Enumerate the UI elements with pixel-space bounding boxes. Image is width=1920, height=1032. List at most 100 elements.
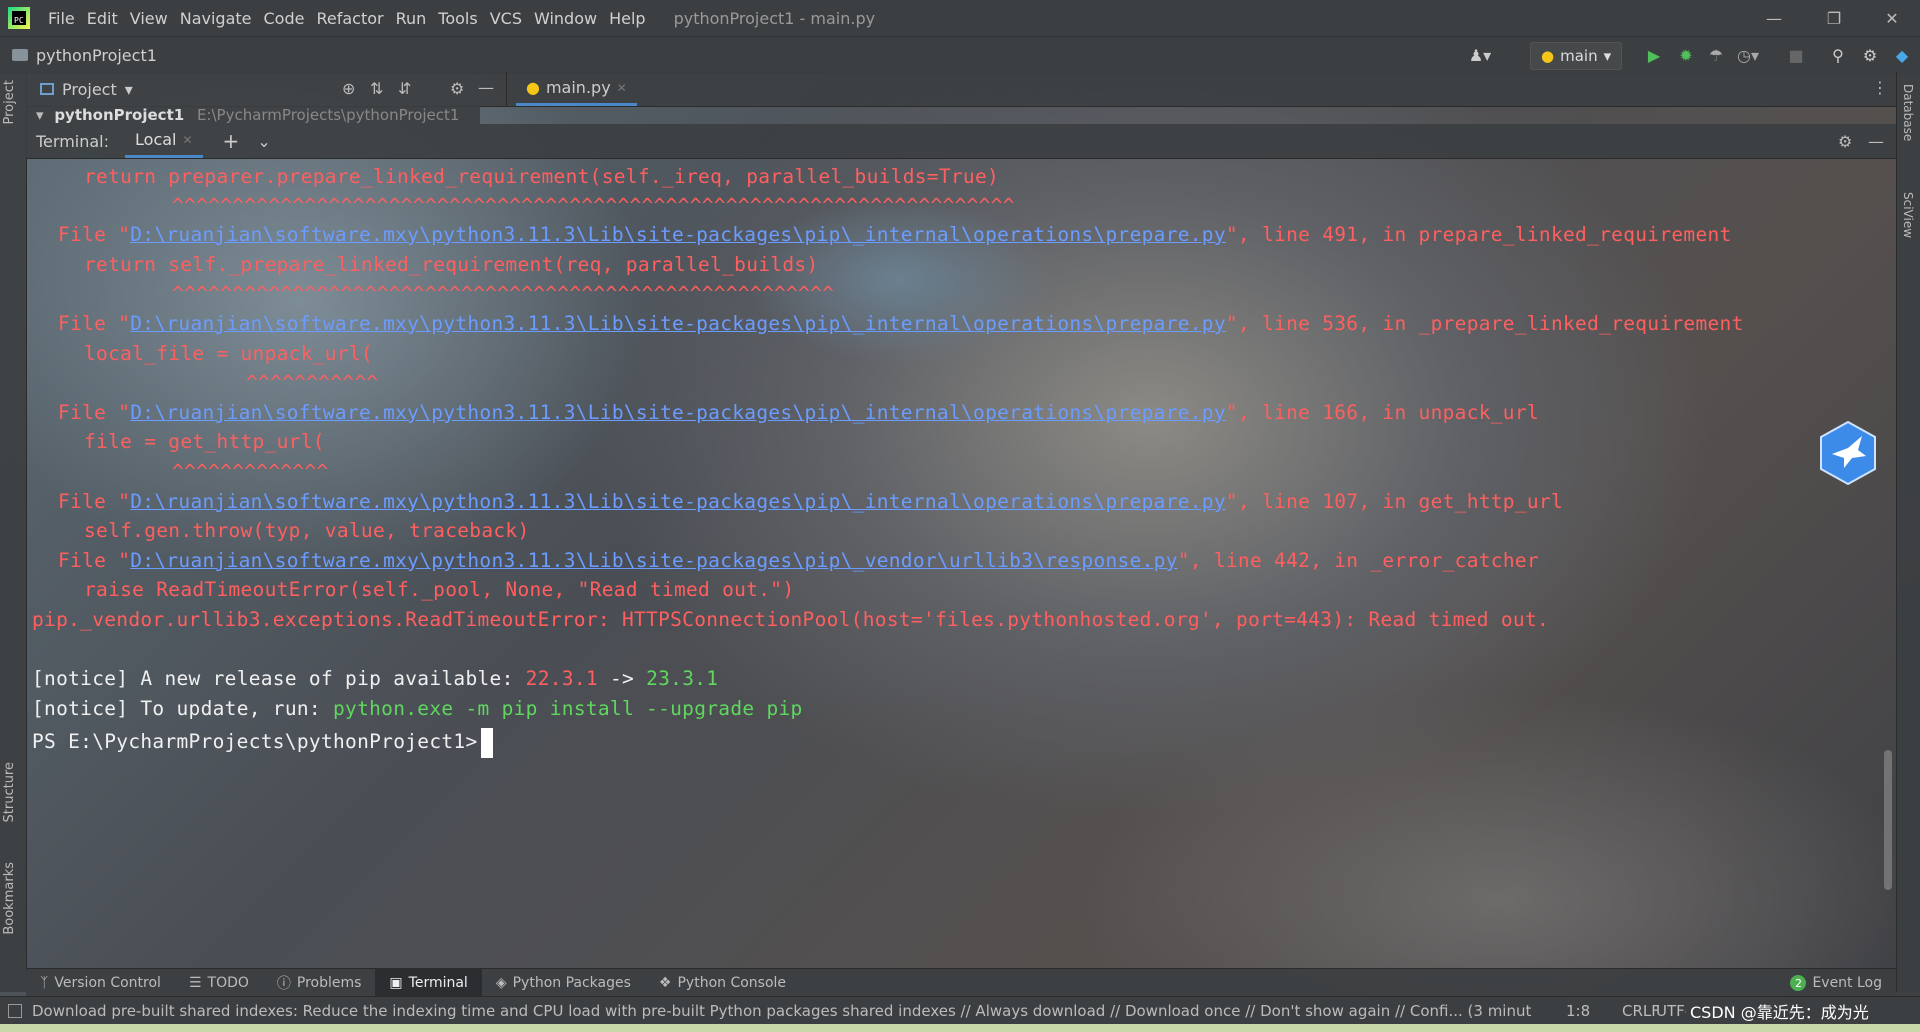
collapse-all-icon[interactable]: ⇵ (398, 79, 411, 98)
side-tab-structure[interactable]: Structure (2, 762, 17, 822)
prompt-line[interactable]: PS E:\PycharmProjects\pythonProject1> (32, 726, 494, 758)
navigation-bar: pythonProject1 ♟▾ ● main ▾ ▶ ✹ ☂ ◷▾ ■ ⚲ … (0, 36, 1920, 74)
menu-refactor[interactable]: Refactor (310, 9, 389, 28)
tab-local[interactable]: Local ✕ (125, 124, 203, 158)
menu-bar: PC File Edit View Navigate Code Refactor… (0, 0, 1920, 36)
python-icon: ● (1541, 47, 1555, 65)
tab-main-py[interactable]: ● main.py ✕ (516, 72, 637, 106)
right-tool-strip: Database SciView (1896, 72, 1920, 992)
menu-code[interactable]: Code (258, 9, 311, 28)
close-icon[interactable]: ✕ (182, 133, 192, 147)
menu-window[interactable]: Window (528, 9, 603, 28)
add-tab-icon[interactable]: + (223, 129, 240, 153)
stop-icon[interactable]: ■ (1786, 45, 1806, 65)
status-message[interactable]: Download pre-built shared indexes: Reduc… (32, 1002, 1532, 1020)
profile-icon[interactable]: ◷▾ (1737, 45, 1759, 65)
status-toggle-icon[interactable] (8, 1004, 22, 1018)
side-tab-project[interactable]: Project (2, 80, 17, 124)
file-encoding[interactable]: UTF-8 (1656, 1002, 1686, 1020)
hide-icon[interactable]: — (478, 78, 494, 97)
breadcrumb-project[interactable]: pythonProject1 (36, 46, 157, 65)
tool-python-packages[interactable]: ◈ Python Packages (482, 969, 645, 997)
menu-navigate[interactable]: Navigate (174, 9, 258, 28)
minimize-icon[interactable]: — (1746, 0, 1802, 36)
chevron-down-icon[interactable]: ▾ (36, 106, 44, 124)
hide-icon[interactable]: — (1868, 132, 1884, 151)
user-icon[interactable]: ♟▾ (1469, 45, 1491, 65)
menu-file[interactable]: File (42, 9, 81, 28)
output-line: ^^^^^^^^^^^^^ (172, 460, 329, 483)
bird-widget-icon[interactable] (1818, 420, 1878, 486)
debug-icon[interactable]: ✹ (1676, 45, 1696, 65)
gear-icon[interactable]: ⚙ (1838, 132, 1852, 151)
menu-edit[interactable]: Edit (81, 9, 124, 28)
project-tree: ▾ pythonProject1 E:\PycharmProjects\pyth… (26, 106, 480, 124)
notice-line: [notice] A new release of pip available:… (32, 667, 719, 690)
run-icon[interactable]: ▶ (1644, 45, 1664, 65)
menu-vcs[interactable]: VCS (484, 9, 528, 28)
file-link[interactable]: D:\ruanjian\software.mxy\python3.11.3\Li… (130, 223, 1226, 246)
more-icon[interactable]: ⋮ (1872, 78, 1888, 97)
output-line: File "D:\ruanjian\software.mxy\python3.1… (58, 223, 1732, 246)
menu-run[interactable]: Run (390, 9, 433, 28)
window-title: pythonProject1 - main.py (673, 8, 876, 28)
caret-position[interactable]: 1:8 (1566, 1002, 1590, 1020)
status-bar: Download pre-built shared indexes: Reduc… (0, 996, 1920, 1025)
folder-icon (12, 49, 28, 61)
close-icon[interactable]: ✕ (617, 81, 627, 95)
file-link[interactable]: D:\ruanjian\software.mxy\python3.11.3\Li… (130, 401, 1226, 424)
tree-root[interactable]: pythonProject1 (54, 106, 184, 124)
run-config-label: main (1560, 47, 1598, 65)
tool-terminal[interactable]: ▣ Terminal (375, 969, 482, 997)
file-link[interactable]: D:\ruanjian\software.mxy\python3.11.3\Li… (130, 312, 1226, 335)
python-icon: ❖ (658, 975, 672, 991)
tool-todo[interactable]: ☰ TODO (175, 969, 263, 997)
menu-help[interactable]: Help (603, 9, 651, 28)
coverage-icon[interactable]: ☂ (1706, 45, 1726, 65)
text-cursor (481, 727, 494, 758)
tree-root-path: E:\PycharmProjects\pythonProject1 (196, 106, 460, 124)
project-view-select[interactable]: Project ▾ (40, 72, 133, 106)
pycharm-logo-icon: PC (8, 7, 30, 29)
tool-python-console[interactable]: ❖ Python Console (645, 969, 800, 997)
side-tab-sciview[interactable]: SciView (1901, 192, 1915, 238)
terminal-output[interactable]: return preparer.prepare_linked_requireme… (32, 160, 1882, 960)
project-header: Project ▾ ⊕ ⇅ ⇵ ⚙ — ● main.py ✕ ⋮ (26, 72, 1896, 107)
package-icon: ◈ (495, 975, 507, 991)
side-tab-bookmarks[interactable]: Bookmarks (2, 862, 17, 935)
menu-tools[interactable]: Tools (432, 9, 483, 28)
gear-icon[interactable]: ⚙ (1860, 45, 1880, 65)
divider (506, 72, 507, 106)
side-tab-database[interactable]: Database (1901, 84, 1915, 141)
terminal-label: Terminal: (36, 131, 110, 151)
search-icon[interactable]: ⚲ (1828, 45, 1848, 65)
output-line: raise ReadTimeoutError(self._pool, None,… (84, 578, 795, 601)
terminal-scrollbar[interactable] (1884, 750, 1892, 890)
output-line: ^^^^^^^^^^^ (246, 371, 379, 394)
output-line: File "D:\ruanjian\software.mxy\python3.1… (58, 549, 1539, 572)
notice-line: [notice] To update, run: python.exe -m p… (32, 697, 803, 720)
gear-icon[interactable]: ⚙ (450, 79, 464, 98)
file-link[interactable]: D:\ruanjian\software.mxy\python3.11.3\Li… (130, 490, 1226, 513)
tool-event-log[interactable]: 2 Event Log (1776, 969, 1896, 997)
restore-icon[interactable]: ❐ (1806, 0, 1862, 36)
plugin-icon[interactable]: ◆ (1892, 45, 1912, 65)
output-line: File "D:\ruanjian\software.mxy\python3.1… (58, 401, 1539, 424)
locate-icon[interactable]: ⊕ (342, 79, 355, 98)
run-config-select[interactable]: ● main ▾ (1530, 42, 1623, 70)
line-separator[interactable]: CRLF (1622, 1002, 1660, 1020)
output-line: local_file = unpack_url( (84, 342, 373, 365)
file-link[interactable]: D:\ruanjian\software.mxy\python3.11.3\Li… (130, 549, 1177, 572)
terminal-header: Terminal: Local ✕ + ⌄ ⚙ — (26, 124, 1896, 159)
taskbar-edge (0, 1024, 1920, 1032)
expand-all-icon[interactable]: ⇅ (370, 79, 383, 98)
chevron-down-icon[interactable]: ⌄ (257, 132, 270, 151)
menu-view[interactable]: View (124, 9, 174, 28)
tool-problems[interactable]: ⓘ Problems (263, 969, 376, 997)
watermark: CSDN @靠近先：成为光 (1690, 1003, 1869, 1022)
tool-version-control[interactable]: ᛉ Version Control (26, 969, 175, 997)
chevron-down-icon: ▾ (1603, 47, 1612, 65)
output-line: File "D:\ruanjian\software.mxy\python3.1… (58, 312, 1744, 335)
close-icon[interactable]: ✕ (1864, 0, 1920, 36)
project-window-icon (40, 83, 54, 95)
